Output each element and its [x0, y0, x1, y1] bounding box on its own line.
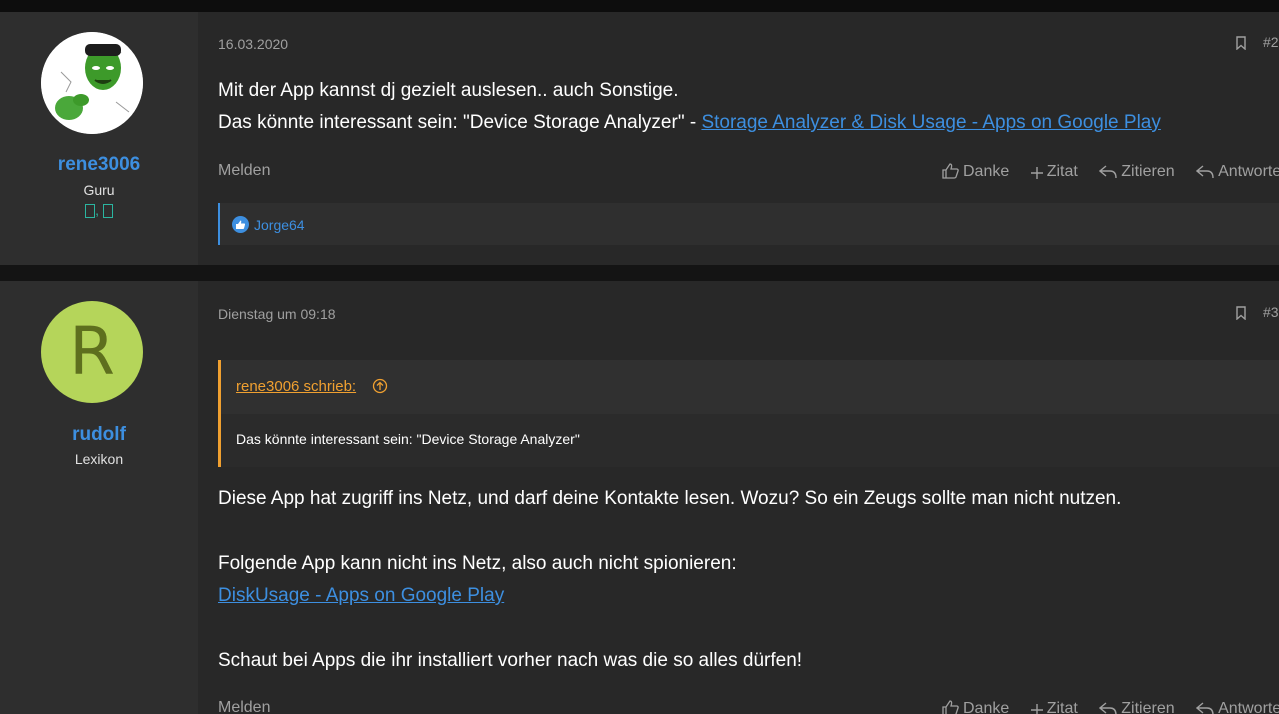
post-text-line: Mit der App kannst dj gezielt auslesen..…: [218, 80, 679, 101]
post-main: 16.03.2020 #2 Mit der App kannst dj gezi…: [198, 12, 1279, 265]
avatar[interactable]: [41, 32, 143, 134]
reply-arrow-icon: [1099, 165, 1117, 179]
badge-icon: [85, 204, 96, 219]
like-label: Danke: [963, 163, 1010, 180]
badge-icon: [102, 204, 113, 219]
user-badges: ,: [0, 202, 198, 219]
reply-label: Antworten: [1218, 163, 1279, 180]
reply-label: Antworten: [1218, 700, 1279, 714]
like-reaction-icon: [232, 216, 249, 233]
like-button[interactable]: Danke: [942, 163, 1009, 181]
post-paragraph: Folgende App kann nicht ins Netz, also a…: [218, 553, 737, 574]
multiquote-button[interactable]: Zitat: [1030, 163, 1078, 181]
reaction-user[interactable]: Jorge64: [254, 217, 305, 233]
quote-label: Zitieren: [1121, 163, 1175, 180]
quote-text: Das könnte interessant sein: "Device Sto…: [236, 431, 580, 447]
post-number[interactable]: #3: [1263, 304, 1279, 320]
bookmark-icon[interactable]: [1236, 306, 1246, 320]
multiquote-button[interactable]: Zitat: [1030, 700, 1078, 714]
avatar-letter: R: [69, 313, 115, 390]
multiquote-label: Zitat: [1046, 163, 1078, 180]
quote-label: Zitieren: [1121, 700, 1175, 714]
post-actions: Danke Zitat Zitieren Antworten: [942, 700, 1279, 714]
circle-arrow-up-icon[interactable]: [372, 378, 388, 394]
reply-button[interactable]: Antworten: [1196, 163, 1279, 181]
quote-button[interactable]: Zitieren: [1099, 163, 1175, 181]
quote-button[interactable]: Zitieren: [1099, 700, 1175, 714]
quote-block: rene3006 schrieb: Das könnte interessant…: [218, 360, 1279, 467]
user-title: Lexikon: [74, 451, 124, 467]
username[interactable]: rene3006: [0, 154, 198, 176]
user-title: Guru: [83, 182, 115, 198]
plus-icon: [1030, 704, 1043, 714]
reply-icon: [1196, 702, 1214, 714]
username[interactable]: rudolf: [0, 424, 198, 446]
quote-author-link[interactable]: rene3006 schrieb:: [236, 378, 356, 395]
post-2: rene3006 Guru , 16.03.2020 #2 Mit der Ap…: [0, 12, 1279, 265]
quote-header: rene3006 schrieb:: [221, 360, 1279, 414]
post-user-column: rene3006 Guru ,: [0, 12, 198, 265]
badge-separator: ,: [95, 202, 99, 218]
plus-icon: [1030, 167, 1043, 179]
post-3: R rudolf Lexikon Dienstag um 09:18 #3 re…: [0, 281, 1279, 714]
post-text-line: Das könnte interessant sein: "Device Sto…: [218, 107, 1161, 139]
reactions-bar[interactable]: Jorge64: [218, 203, 1279, 245]
post-date[interactable]: Dienstag um 09:18: [218, 306, 336, 322]
bookmark-icon[interactable]: [1236, 36, 1246, 50]
post-main: Dienstag um 09:18 #3 rene3006 schrieb: D…: [198, 281, 1279, 714]
storage-analyzer-link[interactable]: Storage Analyzer & Disk Usage - Apps on …: [701, 112, 1160, 133]
top-bar: [0, 0, 1279, 12]
post-number[interactable]: #2: [1263, 34, 1279, 50]
post-text: Das könnte interessant sein: "Device Sto…: [218, 112, 702, 133]
reply-button[interactable]: Antworten: [1196, 700, 1279, 714]
like-label: Danke: [963, 700, 1010, 714]
report-link[interactable]: Melden: [218, 699, 270, 714]
post-paragraph: Schaut bei Apps die ihr installiert vorh…: [218, 650, 803, 671]
hulk-avatar-image: [41, 32, 143, 134]
quote-body: Das könnte interessant sein: "Device Sto…: [221, 414, 1279, 467]
avatar[interactable]: R: [41, 301, 143, 403]
post-actions: Danke Zitat Zitieren Antworten: [942, 163, 1279, 181]
thumbs-up-icon: [942, 163, 959, 179]
diskusage-link[interactable]: DiskUsage - Apps on Google Play: [218, 580, 504, 612]
reply-icon: [1196, 165, 1214, 179]
reply-arrow-icon: [1099, 702, 1117, 714]
post-user-column: R rudolf Lexikon: [0, 281, 198, 714]
multiquote-label: Zitat: [1046, 700, 1078, 714]
report-link[interactable]: Melden: [218, 162, 270, 180]
post-date[interactable]: 16.03.2020: [218, 36, 288, 52]
thumbs-up-icon: [942, 700, 959, 714]
post-paragraph: Diese App hat zugriff ins Netz, und darf…: [218, 488, 1122, 509]
like-button[interactable]: Danke: [942, 700, 1009, 714]
